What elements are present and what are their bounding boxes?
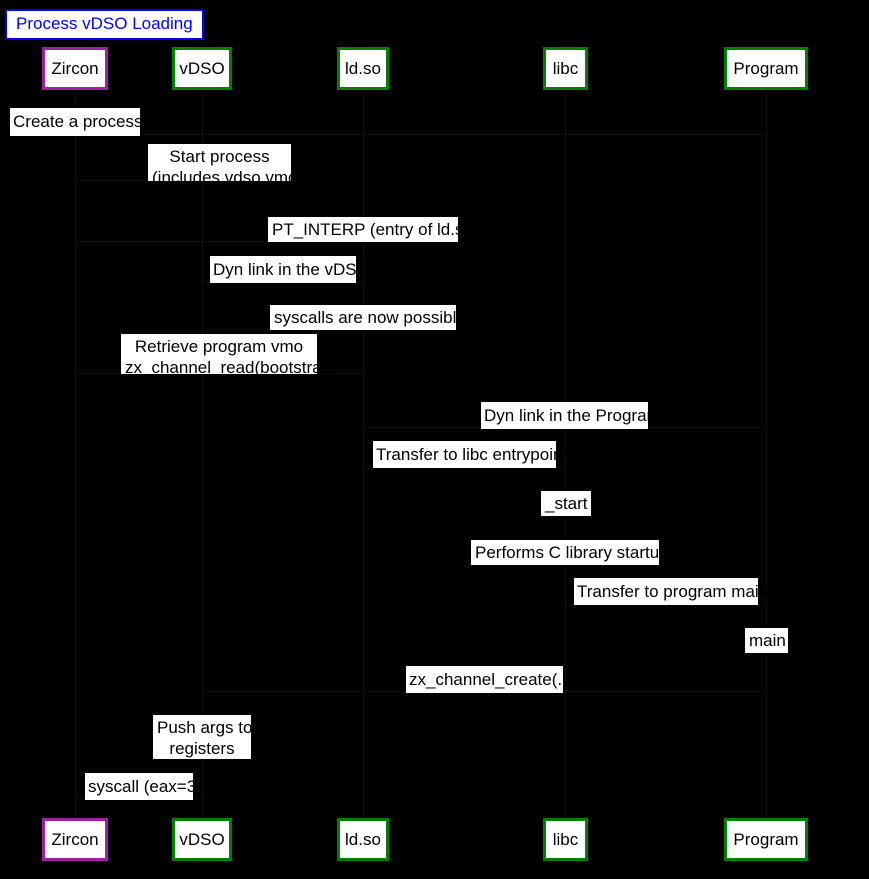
message-line: Create a process (13, 112, 143, 131)
participant-vdso-bottom[interactable]: vDSO (172, 818, 232, 861)
message-label-m14[interactable]: Push args to registers (152, 714, 252, 760)
participant-zircon-top[interactable]: Zircon (42, 47, 108, 90)
message-line: Dyn link in the vDSO (213, 260, 370, 279)
message-label-m2[interactable]: Start process (includes vdso vmo) (147, 143, 303, 187)
lifeline-vdso (202, 92, 203, 818)
message-line: zx_channel_create(...) (409, 670, 578, 689)
message-line: syscalls are now possible (274, 308, 466, 327)
message-label-m9[interactable]: _start (540, 490, 592, 517)
message-label-m12[interactable]: main (744, 627, 789, 654)
participant-label: Program (733, 58, 799, 78)
message-line: Retrieve program vmo (134, 337, 304, 356)
message-line: PT_INTERP (entry of ld.so) (272, 220, 479, 239)
message-line: zx_channel_read(bootstrap) (125, 358, 337, 377)
message-label-m6[interactable]: Retrieve program vmo zx_channel_read(boot… (120, 333, 337, 377)
participant-label: Zircon (51, 58, 99, 78)
participant-label: Zircon (51, 829, 99, 849)
lifeline-ldso (363, 92, 364, 818)
message-line: Dyn link in the Program (484, 406, 661, 425)
participant-program-bottom[interactable]: Program (724, 818, 808, 861)
message-line: syscall (eax=3) (88, 777, 202, 796)
participant-label: Program (733, 829, 799, 849)
message-label-m4[interactable]: Dyn link in the vDSO (210, 256, 370, 283)
message-line: Start process (169, 147, 270, 166)
participant-ldso-bottom[interactable]: ld.so (337, 818, 389, 861)
participant-vdso-top[interactable]: vDSO (172, 47, 232, 90)
message-label-m5[interactable]: syscalls are now possible (269, 304, 466, 331)
participant-program-top[interactable]: Program (724, 47, 808, 90)
message-label-m15[interactable]: syscall (eax=3) (85, 773, 202, 800)
participant-ldso-top[interactable]: ld.so (337, 47, 389, 90)
message-label-m13[interactable]: zx_channel_create(...) (406, 666, 578, 693)
lifeline-program (766, 92, 767, 818)
message-line: Performs C library startup (475, 543, 669, 562)
arrow-m1 (75, 134, 766, 135)
message-line: (includes vdso vmo) (152, 168, 304, 187)
message-label-m3[interactable]: PT_INTERP (entry of ld.so) (267, 216, 479, 243)
diagram-title: Process vDSO Loading (5, 9, 204, 40)
lifeline-zircon (75, 92, 76, 818)
participant-label: libc (552, 829, 579, 849)
message-label-m1[interactable]: Create a process (10, 108, 143, 136)
message-line: Transfer to program main (577, 582, 769, 601)
participant-label: ld.so (345, 829, 381, 849)
message-label-m7[interactable]: Dyn link in the Program (481, 402, 661, 429)
participant-label: vDSO (179, 829, 225, 849)
sequence-diagram-canvas: Process vDSO Loading Zircon vDSO ld.so libc… (0, 0, 869, 879)
message-line: _start (545, 494, 588, 513)
message-line: registers (169, 739, 235, 758)
message-line: Transfer to libc entrypoint (376, 445, 568, 464)
message-line: main (749, 631, 786, 650)
participant-label: ld.so (345, 58, 381, 78)
participant-label: vDSO (179, 58, 225, 78)
participant-libc-top[interactable]: libc (543, 47, 588, 90)
message-label-m10[interactable]: Performs C library startup (470, 539, 669, 566)
participant-libc-bottom[interactable]: libc (543, 818, 588, 861)
participant-label: libc (552, 58, 579, 78)
message-line: Push args to (157, 718, 253, 737)
message-label-m8[interactable]: Transfer to libc entrypoint (373, 441, 568, 468)
message-label-m11[interactable]: Transfer to program main (574, 578, 769, 605)
participant-zircon-bottom[interactable]: Zircon (42, 818, 108, 861)
